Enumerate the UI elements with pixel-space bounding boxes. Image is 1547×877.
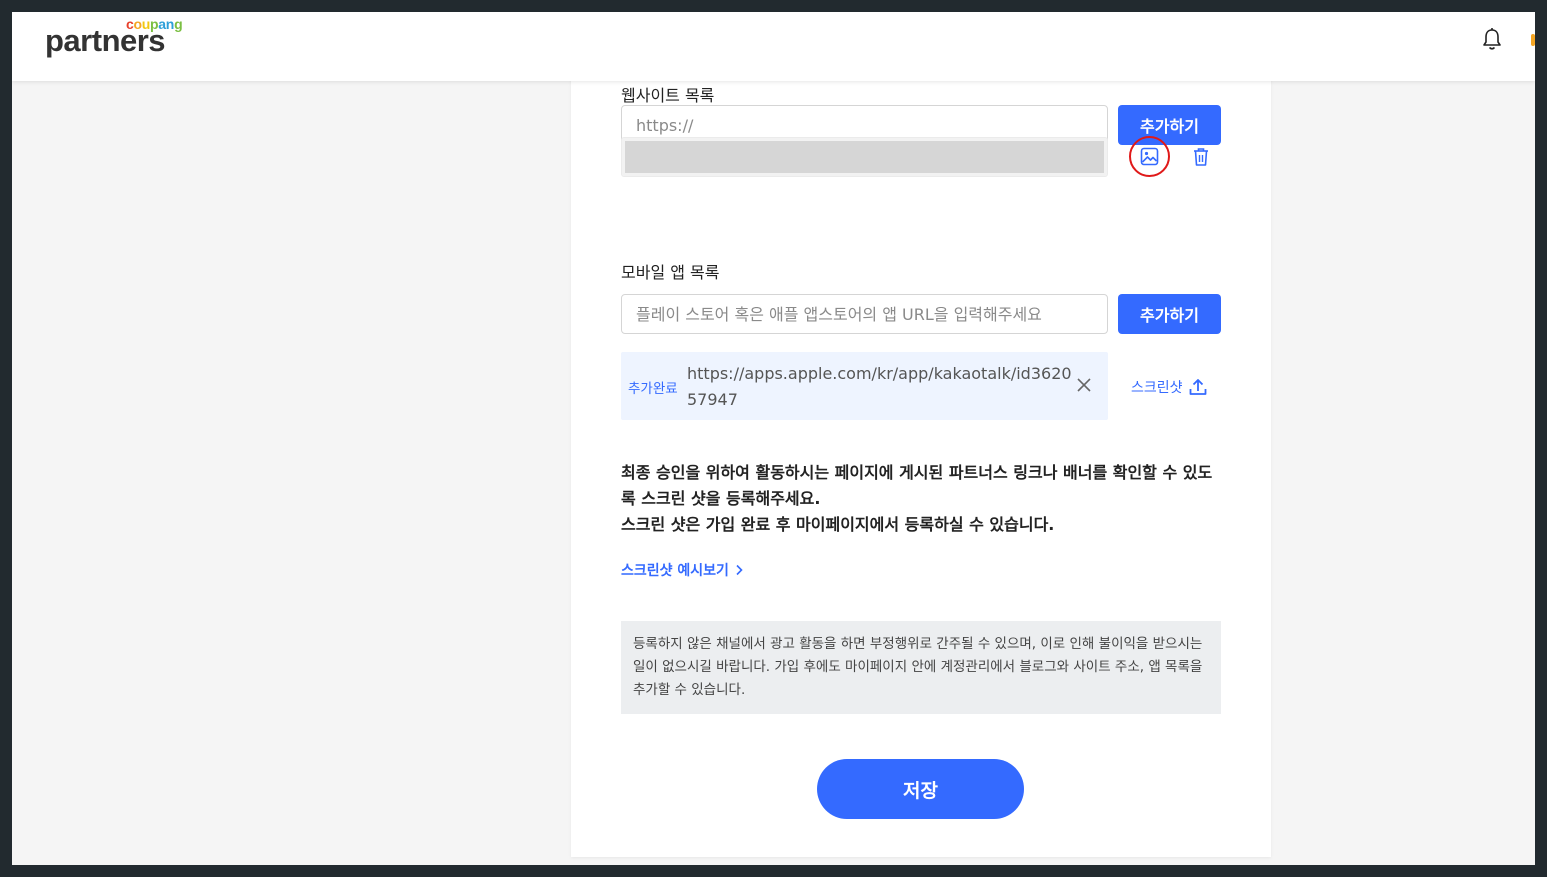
registration-card: 웹사이트 목록 추가하기 모바일 앱 목록 추가하기 추가완료 https://… xyxy=(571,52,1271,857)
notice-line-1: 최종 승인을 위하여 활동하시는 페이지에 게시된 파트너스 링크나 배너를 확… xyxy=(621,463,1213,508)
info-box: 등록하지 않은 채널에서 광고 활동을 하면 부정행위로 간주될 수 있으며, … xyxy=(621,621,1221,714)
app-status-badge: 추가완료 xyxy=(628,381,678,397)
chevron-right-icon xyxy=(736,564,743,576)
screenshot-notice: 최종 승인을 위하여 활동하시는 페이지에 게시된 파트너스 링크나 배너를 확… xyxy=(621,460,1221,538)
notice-line-2: 스크린 샷은 가입 완료 후 마이페이지에서 등록하실 수 있습니다. xyxy=(621,515,1055,534)
logo-partners-text: partners xyxy=(45,23,166,58)
trash-icon[interactable] xyxy=(1192,147,1210,167)
mobile-section-label: 모바일 앱 목록 xyxy=(621,263,720,282)
bell-icon[interactable] xyxy=(1478,25,1506,53)
redacted-url xyxy=(625,141,1104,173)
image-icon[interactable] xyxy=(1140,147,1159,166)
add-website-button[interactable]: 추가하기 xyxy=(1118,105,1221,145)
screenshot-upload-label: 스크린샷 xyxy=(1131,380,1183,396)
app-url: https://apps.apple.com/kr/app/kakaotalk/… xyxy=(687,364,1072,409)
example-link-label: 스크린샷 예시보기 xyxy=(621,563,729,579)
partners-logo[interactable]: coupang partners xyxy=(45,16,195,66)
close-icon[interactable] xyxy=(1074,375,1094,395)
page-viewport: coupang partners 웹사이트 목록 추가하기 xyxy=(12,12,1535,865)
add-app-button[interactable]: 추가하기 xyxy=(1118,294,1221,334)
logo-letter: g xyxy=(174,16,183,32)
screenshot-upload-button[interactable]: 스크린샷 xyxy=(1131,377,1208,397)
website-section-label: 웹사이트 목록 xyxy=(621,86,715,105)
logo-letter: n xyxy=(165,16,175,32)
screenshot-example-link[interactable]: 스크린샷 예시보기 xyxy=(621,560,743,580)
top-header: coupang partners xyxy=(12,12,1535,81)
app-list-item: 추가완료 https://apps.apple.com/kr/app/kakao… xyxy=(621,352,1108,420)
website-list-item xyxy=(621,137,1108,177)
upload-icon xyxy=(1189,379,1206,395)
save-button[interactable]: 저장 xyxy=(817,759,1024,819)
profile-edge[interactable] xyxy=(1531,34,1535,46)
app-url-input[interactable] xyxy=(621,294,1108,334)
